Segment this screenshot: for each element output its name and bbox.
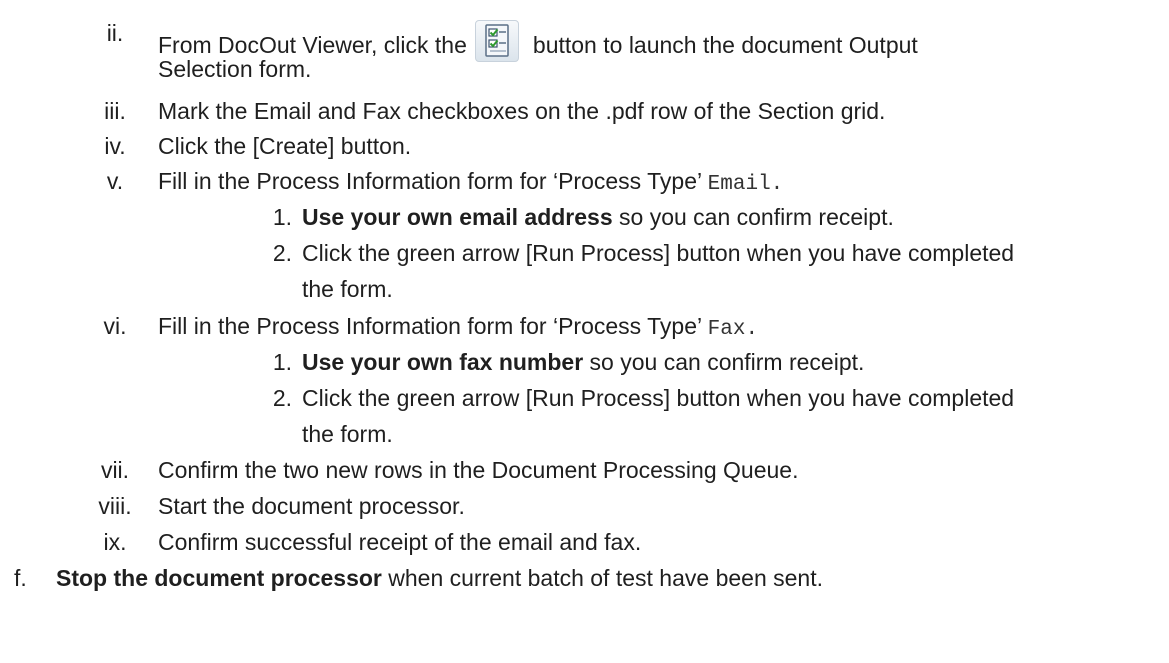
list-marker: vii.: [100, 457, 130, 483]
list-marker: ii.: [106, 20, 124, 46]
list-item-text-continued: Selection form.: [158, 56, 312, 82]
list-marker: ix.: [103, 529, 127, 555]
list-marker: 2.: [272, 385, 292, 411]
list-marker: viii.: [98, 493, 132, 519]
list-item-text: Start the document processor.: [158, 493, 465, 519]
list-marker: 2.: [272, 240, 292, 266]
list-marker: 1.: [272, 204, 292, 230]
list-marker: iii.: [104, 98, 126, 124]
list-marker: vi.: [103, 313, 127, 339]
list-marker: v.: [106, 168, 124, 194]
list-marker: f.: [14, 565, 27, 591]
list-item-text-continued: the form.: [302, 421, 393, 447]
list-item-text: Click the [Create] button.: [158, 133, 412, 159]
list-item-text: Stop the document processor when current…: [56, 565, 823, 591]
list-item-text: Click the green arrow [Run Process] butt…: [302, 385, 1015, 411]
list-item-text: Use your own email address so you can co…: [302, 204, 894, 230]
process-type-code: Email.: [707, 173, 784, 196]
list-marker: iv.: [104, 133, 126, 159]
process-type-code: Fax.: [707, 318, 759, 341]
list-item-text: Confirm successful receipt of the email …: [158, 529, 642, 555]
list-item-text: Click the green arrow [Run Process] butt…: [302, 240, 1015, 266]
output-selection-icon[interactable]: [474, 20, 519, 62]
list-marker: 1.: [272, 349, 292, 375]
list-item-text: Confirm the two new rows in the Document…: [158, 457, 799, 483]
list-item-text: Mark the Email and Fax checkboxes on the…: [158, 98, 886, 124]
list-item-text: Fill in the Process Information form for…: [158, 313, 759, 341]
list-item-text: Fill in the Process Information form for…: [158, 168, 784, 196]
list-item-text-continued: the form.: [302, 276, 393, 302]
list-item-text: Use your own fax number so you can confi…: [302, 349, 865, 375]
